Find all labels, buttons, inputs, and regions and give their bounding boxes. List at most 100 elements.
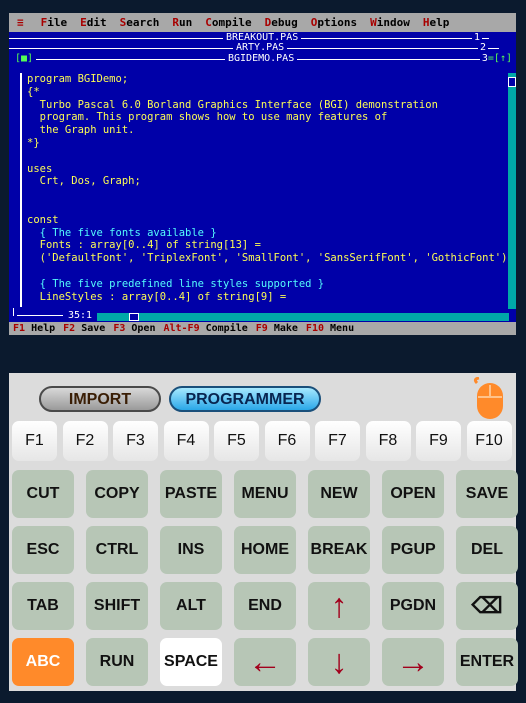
scroll-thumb[interactable]: [129, 313, 139, 321]
code-line[interactable]: [27, 188, 507, 201]
code-line[interactable]: ('DefaultFont', 'TriplexFont', 'SmallFon…: [27, 252, 508, 265]
system-menu[interactable]: ≡: [9, 13, 34, 32]
code-line[interactable]: program BGIDemo;: [27, 73, 507, 86]
key-open[interactable]: OPEN: [382, 470, 444, 518]
code-line[interactable]: [27, 265, 507, 278]
fkey-hint[interactable]: F10 Menu: [306, 323, 354, 334]
device-frame: ≡ File Edit Search Run Compile Debug Options Win…: [0, 0, 526, 703]
left-arrow-key[interactable]: ←: [234, 638, 296, 686]
key-home[interactable]: HOME: [234, 526, 296, 574]
fkey-hint[interactable]: F2 Save: [63, 323, 105, 334]
fkey-hint-label: Make: [267, 323, 298, 334]
code-line[interactable]: the Graph unit.: [27, 124, 507, 137]
code-line[interactable]: [27, 150, 507, 163]
key-space[interactable]: SPACE: [160, 638, 222, 686]
key-del[interactable]: DEL: [456, 526, 518, 574]
key-f9[interactable]: F9: [416, 421, 461, 461]
code-line[interactable]: const: [27, 214, 507, 227]
window-number: 3=[↑]: [479, 53, 514, 65]
key-pgdn[interactable]: PGDN: [382, 582, 444, 630]
down-arrow-key[interactable]: ↓: [308, 638, 370, 686]
menu-hotkey: ≡: [17, 16, 24, 29]
scroll-thumb[interactable]: [508, 77, 516, 87]
close-box[interactable]: [■]: [12, 53, 37, 65]
key-f6[interactable]: F6: [264, 421, 310, 461]
key-f8[interactable]: F8: [365, 421, 411, 461]
debug-menu[interactable]: Debug: [258, 13, 304, 32]
key-enter[interactable]: ENTER: [456, 638, 518, 686]
menu-hotkey: E: [80, 16, 87, 29]
code-line[interactable]: [27, 201, 507, 214]
key-end[interactable]: END: [234, 582, 296, 630]
fkey-hint[interactable]: F9 Make: [256, 323, 298, 334]
search-menu[interactable]: Search: [113, 13, 166, 32]
code-line[interactable]: { The five fonts available }: [27, 227, 507, 240]
key-f3[interactable]: F3: [113, 421, 158, 461]
up-arrow-key[interactable]: ↑: [308, 582, 370, 630]
key-ins[interactable]: INS: [160, 526, 222, 574]
key-menu[interactable]: MENU: [234, 470, 296, 518]
key-abc[interactable]: ABC: [12, 638, 74, 686]
backspace-key[interactable]: ⌫: [456, 582, 518, 630]
code-text[interactable]: program BGIDemo; {* Turbo Pascal 6.0 Borl…: [27, 73, 507, 303]
key-copy[interactable]: COPY: [86, 470, 148, 518]
window-tab-bgidemo[interactable]: [■] BGIDEMO.PAS 3=[↑]: [9, 53, 516, 65]
key-shift[interactable]: SHIFT: [86, 582, 148, 630]
code-line[interactable]: LineStyles : array[0..4] of string[9] =: [27, 291, 507, 304]
code-line[interactable]: *}: [27, 137, 507, 150]
import-mode-button[interactable]: IMPORT: [39, 386, 161, 412]
programmer-mode-button[interactable]: PROGRAMMER: [169, 386, 321, 412]
code-line[interactable]: Crt, Dos, Graph;: [27, 175, 507, 188]
code-line[interactable]: uses: [27, 163, 507, 176]
compile-menu[interactable]: Compile: [198, 13, 257, 32]
key-alt[interactable]: ALT: [160, 582, 222, 630]
function-key-bar: F1 Help F2 Save F3 Open Alt-F9 Compile F9 Ma…: [9, 322, 516, 335]
fkey-hint[interactable]: F3 Open: [113, 323, 155, 334]
menu-label: un: [179, 16, 193, 29]
dos-screen[interactable]: ≡ File Edit Search Run Compile Debug Options Win…: [9, 13, 516, 335]
options-menu[interactable]: Options: [304, 13, 363, 32]
code-line[interactable]: program. This program shows how to use m…: [27, 111, 507, 124]
window-menu[interactable]: Window: [363, 13, 416, 32]
vertical-scrollbar[interactable]: [508, 73, 516, 309]
fkey-hint[interactable]: F1 Help: [13, 323, 55, 334]
key-f2[interactable]: F2: [62, 421, 108, 461]
key-new[interactable]: NEW: [308, 470, 370, 518]
code-line[interactable]: {*: [27, 86, 507, 99]
edit-menu[interactable]: Edit: [73, 13, 113, 32]
key-paste[interactable]: PASTE: [160, 470, 222, 518]
fkey-hint-key: F3: [113, 323, 126, 334]
horizontal-scrollbar[interactable]: [97, 313, 509, 321]
fkey-hint-key: F2: [63, 323, 76, 334]
window-list: BREAKOUT.PAS 1 ARTY.PAS 2 [■] BGIDEMO.PA…: [9, 32, 516, 72]
key-f5[interactable]: F5: [214, 421, 259, 461]
right-arrow-key[interactable]: →: [382, 638, 444, 686]
key-break[interactable]: BREAK: [308, 526, 370, 574]
key-tab[interactable]: TAB: [12, 582, 74, 630]
code-line[interactable]: Turbo Pascal 6.0 Borland Graphics Interf…: [27, 99, 507, 112]
menu-hotkey: D: [264, 16, 272, 29]
run-menu[interactable]: Run: [165, 13, 198, 32]
key-pgup[interactable]: PGUP: [382, 526, 444, 574]
key-f4[interactable]: F4: [163, 421, 209, 461]
fkey-hint-label: Open: [125, 323, 156, 334]
file-menu[interactable]: File: [34, 13, 74, 32]
mouse-icon[interactable]: [469, 377, 509, 421]
key-save[interactable]: SAVE: [456, 470, 518, 518]
code-line[interactable]: Fonts : array[0..4] of string[13] =: [27, 239, 507, 252]
key-esc[interactable]: ESC: [12, 526, 74, 574]
fkey-hint[interactable]: Alt-F9 Compile: [163, 323, 247, 334]
key-run[interactable]: RUN: [86, 638, 148, 686]
key-f7[interactable]: F7: [315, 421, 360, 461]
fkey-hint-key: F9: [255, 323, 268, 334]
key-ctrl[interactable]: CTRL: [86, 526, 148, 574]
key-cut[interactable]: CUT: [12, 470, 74, 518]
key-f1[interactable]: F1: [12, 421, 57, 461]
code-line[interactable]: { The five predefined line styles suppor…: [27, 278, 507, 291]
menu-label: ptions: [317, 16, 358, 29]
key-f10[interactable]: F10: [466, 421, 512, 461]
fkey-hint-key: Alt-F9: [163, 323, 200, 334]
help-menu[interactable]: Help: [416, 13, 456, 32]
fkey-hint-key: F1: [13, 323, 26, 334]
code-editor[interactable]: program BGIDemo; {* Turbo Pascal 6.0 Borl…: [20, 73, 510, 307]
